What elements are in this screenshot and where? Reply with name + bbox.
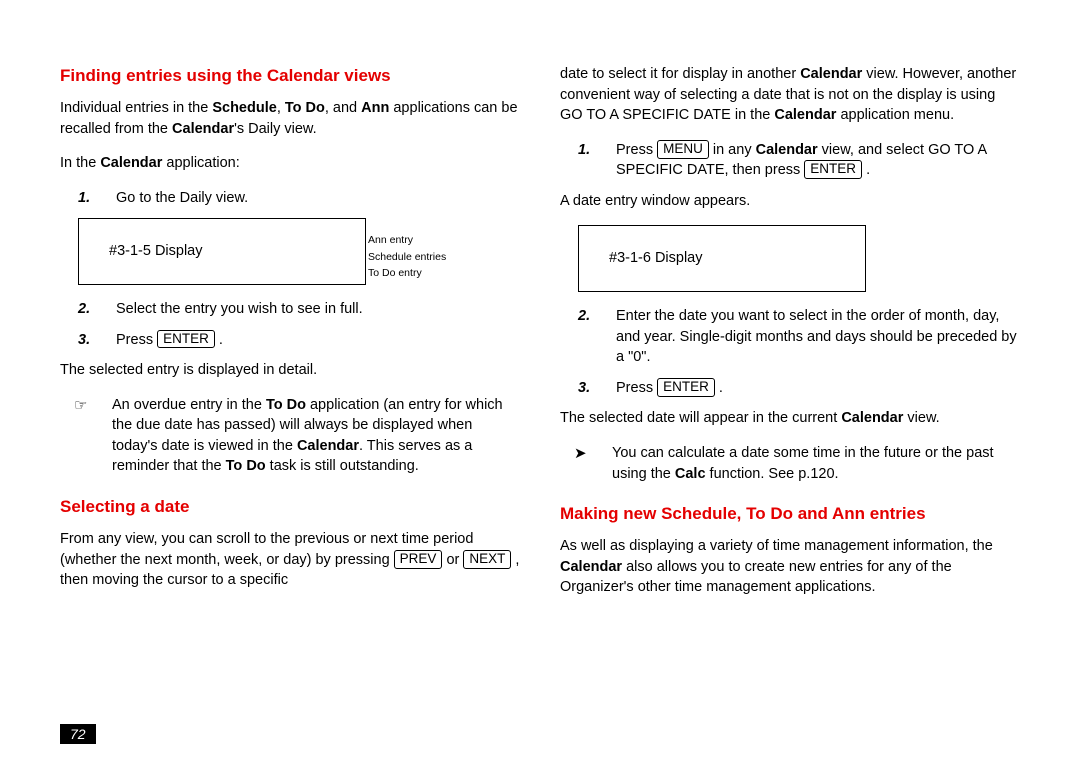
side-label-schedule: Schedule entries xyxy=(368,249,446,265)
app-calendar: Calendar xyxy=(774,107,836,123)
display-figure-wrap: #3-1-5 Display Ann entry Schedule entrie… xyxy=(78,218,520,285)
left-column: Finding entries using the Calendar views… xyxy=(60,64,520,612)
app-calc: Calc xyxy=(675,466,706,482)
step-1: 1. Go to the Daily view. xyxy=(60,188,520,209)
making-entries-paragraph: As well as displaying a variety of time … xyxy=(560,536,1020,598)
page-number: 72 xyxy=(60,724,96,744)
text: Press xyxy=(616,142,657,158)
result-line: The selected entry is displayed in detai… xyxy=(60,360,520,381)
text: application: xyxy=(162,155,239,171)
note-body: An overdue entry in the To Do applicatio… xyxy=(112,395,520,477)
app-ann: Ann xyxy=(361,100,389,116)
text: view. xyxy=(903,410,939,426)
intro-paragraph: Individual entries in the Schedule, To D… xyxy=(60,98,520,139)
tip-body: You can calculate a date some time in th… xyxy=(612,443,1020,484)
app-calendar: Calendar xyxy=(841,410,903,426)
text: . xyxy=(715,380,723,396)
enter-key: ENTER xyxy=(157,330,215,349)
text: application menu. xyxy=(836,107,954,123)
app-calendar: Calendar xyxy=(800,66,862,82)
step-2: 2. Enter the date you want to select in … xyxy=(560,306,1020,368)
text: The selected date will appear in the cur… xyxy=(560,410,841,426)
enter-key: ENTER xyxy=(657,378,715,397)
side-label-ann: Ann entry xyxy=(368,232,446,248)
step-number: 2. xyxy=(560,306,616,368)
selecting-date-paragraph: From any view, you can scroll to the pre… xyxy=(60,529,520,591)
next-key: NEXT xyxy=(463,550,511,569)
step-number: 1. xyxy=(560,140,616,181)
text: As well as displaying a variety of time … xyxy=(560,538,993,554)
app-calendar: Calendar xyxy=(756,142,818,158)
text: . xyxy=(215,332,223,348)
side-label-todo: To Do entry xyxy=(368,265,446,281)
heading-selecting-date: Selecting a date xyxy=(60,495,520,519)
step-body: Press MENU in any Calendar view, and sel… xyxy=(616,140,1020,181)
app-calendar: Calendar xyxy=(560,559,622,575)
note-overdue: ☞ An overdue entry in the To Do applicat… xyxy=(60,395,520,477)
text: task is still outstanding. xyxy=(266,458,419,474)
text: function. See p.120. xyxy=(706,466,839,482)
pointing-hand-icon: ☞ xyxy=(60,395,112,477)
text: in any xyxy=(709,142,756,158)
app-todo: To Do xyxy=(266,397,306,413)
menu-key: MENU xyxy=(657,140,709,159)
text: , and xyxy=(325,100,361,116)
result-line: The selected date will appear in the cur… xyxy=(560,408,1020,429)
context-line: In the Calendar application: xyxy=(60,153,520,174)
step-3: 3. Press ENTER . xyxy=(560,378,1020,399)
text: Individual entries in the xyxy=(60,100,212,116)
step-body: Press ENTER . xyxy=(616,378,1020,399)
step-1: 1. Press MENU in any Calendar view, and … xyxy=(560,140,1020,181)
step-body: Press ENTER . xyxy=(116,330,520,351)
display-side-labels: Ann entry Schedule entries To Do entry xyxy=(368,232,446,281)
step-number: 2. xyxy=(60,299,116,320)
prev-key: PREV xyxy=(394,550,443,569)
text: 's Daily view. xyxy=(234,121,317,137)
tip-calc: ➤ You can calculate a date some time in … xyxy=(560,443,1020,484)
text: Press xyxy=(616,380,657,396)
step-2: 2. Select the entry you wish to see in f… xyxy=(60,299,520,320)
arrow-icon: ➤ xyxy=(560,443,612,484)
enter-key: ENTER xyxy=(804,160,862,179)
step-number: 3. xyxy=(60,330,116,351)
app-calendar: Calendar xyxy=(172,121,234,137)
heading-making-entries: Making new Schedule, To Do and Ann entri… xyxy=(560,502,1020,526)
result-line: A date entry window appears. xyxy=(560,191,1020,212)
step-number: 3. xyxy=(560,378,616,399)
text: In the xyxy=(60,155,100,171)
step-body: Enter the date you want to select in the… xyxy=(616,306,1020,368)
continuation-paragraph: date to select it for display in another… xyxy=(560,64,1020,126)
text: or xyxy=(442,552,463,568)
step-body: Go to the Daily view. xyxy=(116,188,520,209)
manual-page: Finding entries using the Calendar views… xyxy=(0,0,1080,760)
text: An overdue entry in the xyxy=(112,397,266,413)
heading-finding-entries: Finding entries using the Calendar views xyxy=(60,64,520,88)
app-calendar: Calendar xyxy=(297,438,359,454)
right-column: date to select it for display in another… xyxy=(560,64,1020,612)
display-box-3-1-6: #3-1-6 Display xyxy=(578,225,866,292)
step-3: 3. Press ENTER . xyxy=(60,330,520,351)
text: Press xyxy=(116,332,157,348)
text: . xyxy=(862,162,870,178)
app-todo: To Do xyxy=(285,100,325,116)
text: date to select it for display in another xyxy=(560,66,800,82)
two-column-layout: Finding entries using the Calendar views… xyxy=(60,64,1020,612)
step-body: Select the entry you wish to see in full… xyxy=(116,299,520,320)
display-box-3-1-5: #3-1-5 Display xyxy=(78,218,366,285)
step-number: 1. xyxy=(60,188,116,209)
app-todo: To Do xyxy=(226,458,266,474)
app-calendar: Calendar xyxy=(100,155,162,171)
display-figure-wrap: #3-1-6 Display xyxy=(578,225,1020,292)
app-schedule: Schedule xyxy=(212,100,276,116)
text: , xyxy=(277,100,285,116)
